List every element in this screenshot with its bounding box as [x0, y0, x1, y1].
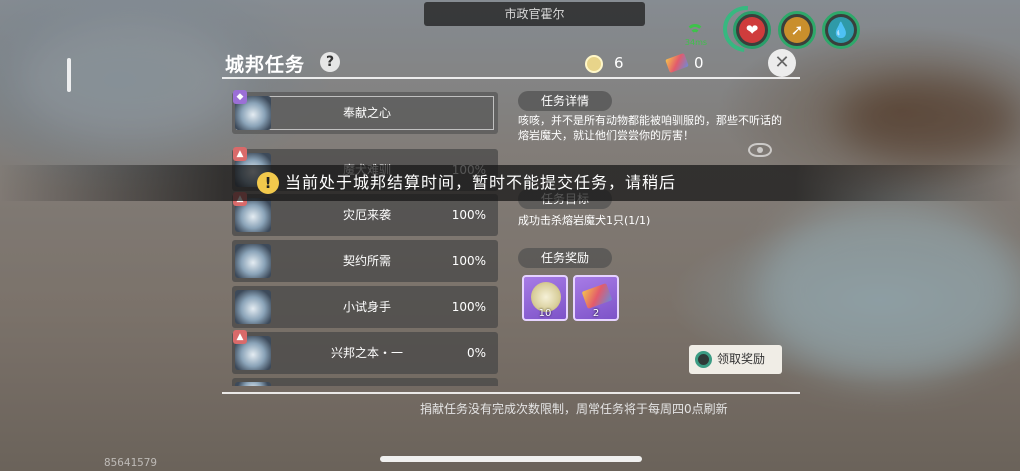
quest-item[interactable]: 契约所需 100% — [232, 240, 498, 282]
city-coin-icon — [585, 55, 603, 73]
hp-status[interactable]: ❤ — [733, 11, 771, 49]
quest-progress: 0% — [466, 346, 486, 360]
ticket-icon — [581, 283, 613, 309]
water-drop-icon: 💧 — [828, 17, 854, 43]
stamina-icon: ➚ — [784, 17, 810, 43]
rewards-heading: 任务奖励 — [518, 248, 612, 268]
quest-name: 兴邦之本・一 — [330, 346, 403, 360]
help-icon[interactable]: ? — [320, 52, 340, 72]
quest-portrait — [235, 290, 271, 324]
warning-icon: ! — [257, 172, 279, 194]
footer-divider — [222, 392, 800, 394]
home-indicator[interactable] — [380, 456, 642, 462]
toast-banner: ! 当前处于城邦结算时间，暂时不能提交任务，请稍后 — [0, 165, 1020, 201]
quest-progress: 100% — [451, 254, 486, 268]
reward-item[interactable]: 10 — [522, 275, 568, 321]
quest-list[interactable]: ◆ 奉献之心 ▲ 魔犬难驯 100% ▲ 灾厄来袭 100% 契约所需 100%… — [230, 90, 500, 386]
city-coin-count: 6 — [614, 54, 624, 72]
quest-progress: 100% — [451, 300, 486, 314]
side-handle[interactable] — [67, 58, 71, 92]
quest-description: 咳咳，并不是所有动物都能被咱驯服的，那些不听话的熔岩魔犬，就让他们尝尝你的厉害！ — [518, 114, 782, 142]
page-title: 城邦任务 — [225, 54, 306, 76]
confirm-circle-icon — [695, 351, 712, 368]
quest-name: 奉献之心 — [342, 106, 391, 120]
refresh-note: 捐献任务没有完成次数限制，周常任务将于每周四0点刷新 — [420, 402, 728, 416]
stamina-status[interactable]: ➚ — [778, 11, 816, 49]
header-divider — [222, 77, 800, 79]
ping-value: 34ms — [684, 38, 708, 47]
reward-qty: 2 — [592, 308, 600, 319]
claim-reward-label: 领取奖励 — [717, 352, 766, 366]
reward-item[interactable]: 2 — [573, 275, 619, 321]
quest-item-partial[interactable] — [232, 378, 498, 386]
quest-type-badge: ◆ — [233, 90, 247, 104]
heart-icon: ❤ — [739, 17, 765, 43]
quest-item[interactable]: 小试身手 100% — [232, 286, 498, 328]
close-button[interactable]: ✕ — [768, 49, 796, 77]
quest-portrait — [235, 382, 271, 386]
toast-message: 当前处于城邦结算时间，暂时不能提交任务，请稍后 — [285, 173, 677, 192]
quest-name: 契约所需 — [342, 254, 391, 268]
details-heading: 任务详情 — [518, 91, 612, 111]
quest-item[interactable]: ▲ 兴邦之本・一 0% — [232, 330, 498, 374]
player-uid: 85641579 — [104, 456, 157, 469]
npc-name-bar: 市政官霍尔 — [424, 2, 645, 26]
quest-objective: 成功击杀熔岩魔犬1只(1/1) — [518, 214, 651, 227]
quest-item[interactable]: ◆ 奉献之心 — [232, 90, 498, 134]
quest-type-badge: ▲ — [233, 330, 247, 344]
quest-portrait — [235, 244, 271, 278]
water-status[interactable]: 💧 — [822, 11, 860, 49]
ticket-count: 0 — [694, 54, 704, 72]
reward-qty: 10 — [538, 308, 552, 319]
quest-type-badge: ▲ — [233, 147, 247, 161]
ping-indicator: 34ms — [680, 22, 710, 50]
quest-name: 小试身手 — [342, 300, 391, 314]
eye-icon[interactable] — [748, 143, 772, 157]
claim-reward-button[interactable]: 领取奖励 — [689, 345, 782, 374]
